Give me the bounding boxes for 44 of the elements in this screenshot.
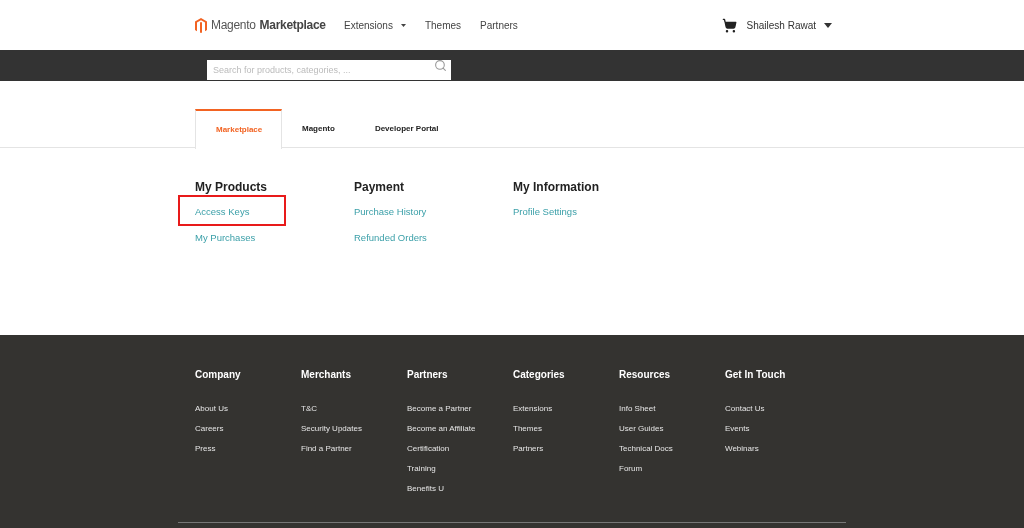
footer-link[interactable]: T&C [301, 403, 407, 423]
footer-heading: Get In Touch [725, 368, 787, 382]
logo-brand: Magento [211, 17, 256, 34]
tab[interactable]: Developer Portal [354, 109, 459, 148]
footer-link[interactable]: Careers [195, 423, 301, 443]
footer-link[interactable]: Themes [513, 423, 619, 443]
search-field[interactable]: Search for products, categories, ... [207, 59, 451, 80]
footer-heading: Merchants [301, 368, 352, 382]
footer-link[interactable]: Benefits U [407, 483, 513, 503]
footer-link[interactable]: Forum [619, 463, 725, 483]
footer-link[interactable]: Partners [513, 443, 619, 463]
search-icon[interactable] [434, 58, 447, 72]
footer-link[interactable]: Events [725, 423, 831, 443]
footer-link[interactable]: About Us [195, 403, 301, 423]
footer-heading: Categories [513, 368, 566, 382]
caret-icon [824, 22, 832, 28]
section-title: Payment [354, 179, 406, 196]
caret-icon [400, 23, 406, 27]
footer-link[interactable]: Webinars [725, 443, 831, 463]
footer-link[interactable]: Contact Us [725, 403, 831, 423]
tab[interactable]: Magento [282, 109, 355, 148]
nav-link[interactable]: Extensions [344, 17, 406, 33]
footer-link[interactable]: User Guides [619, 423, 725, 443]
footer-link[interactable]: Become an Affiliate [407, 423, 513, 443]
footer-link[interactable]: Technical Docs [619, 443, 725, 463]
footer-link[interactable]: Info Sheet [619, 403, 725, 423]
nav-link[interactable]: Partners [480, 17, 518, 33]
footer-link[interactable]: Training [407, 463, 513, 483]
footer-heading: Resources [619, 368, 672, 382]
user-menu[interactable]: Shailesh Rawat [746, 17, 832, 33]
footer-heading: Partners [407, 368, 449, 382]
footer-link[interactable]: Certification [407, 443, 513, 463]
cart-icon[interactable] [721, 17, 737, 33]
logo-icon [195, 17, 207, 33]
section-title: My Information [513, 179, 600, 196]
footer-link[interactable]: Security Updates [301, 423, 407, 443]
footer-heading: Company [195, 368, 242, 382]
footer-link[interactable]: Extensions [513, 403, 619, 423]
footer-link[interactable]: Press [195, 443, 301, 463]
logo-product: Marketplace [259, 17, 326, 34]
section-title: My Products [195, 179, 268, 196]
footer-link[interactable]: Become a Partner [407, 403, 513, 423]
footer-link[interactable]: Find a Partner [301, 443, 407, 463]
nav-link[interactable]: Themes [424, 17, 462, 33]
